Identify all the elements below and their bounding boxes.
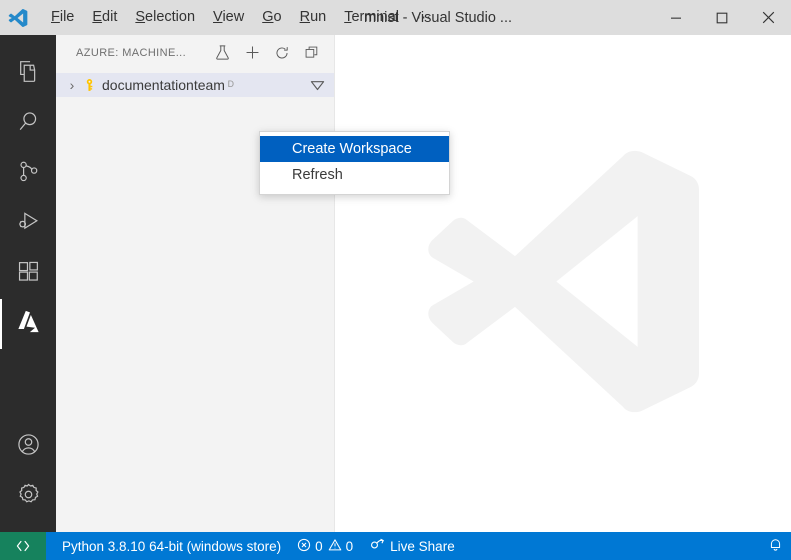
filter-triangle-icon[interactable] <box>306 74 328 96</box>
context-menu-item-refresh[interactable]: Refresh <box>260 162 449 188</box>
status-problems[interactable]: 0 0 <box>289 532 361 560</box>
sidebar-item-search[interactable] <box>0 99 56 149</box>
account-icon <box>16 432 41 462</box>
sidebar-item-source-control[interactable] <box>0 149 56 199</box>
live-share-icon <box>369 537 385 556</box>
window-controls <box>653 0 791 35</box>
search-icon <box>16 109 41 139</box>
context-menu: Create Workspace Refresh <box>259 131 450 195</box>
warning-count-group: 0 <box>328 538 354 555</box>
menu-terminal[interactable]: Terminal <box>335 0 408 35</box>
accounts-button[interactable] <box>0 422 56 472</box>
context-menu-item-create-workspace[interactable]: Create Workspace <box>260 136 449 162</box>
sidebar-item-extensions[interactable] <box>0 249 56 299</box>
sidebar-item-run-debug[interactable] <box>0 199 56 249</box>
status-bar-right <box>760 532 791 560</box>
activity-bar-spacer <box>0 35 56 49</box>
manage-settings-button[interactable] <box>0 472 56 522</box>
activity-bar-bottom <box>0 422 56 532</box>
sidebar-item-explorer[interactable] <box>0 49 56 99</box>
bell-icon <box>768 537 783 555</box>
chevron-right-icon[interactable]: › <box>64 77 80 93</box>
status-live-share[interactable]: Live Share <box>361 532 463 560</box>
gear-icon <box>16 482 41 512</box>
warning-count: 0 <box>345 538 354 554</box>
plus-icon[interactable] <box>238 39 266 67</box>
tree-item-label: documentationteam <box>102 77 225 93</box>
error-count: 0 <box>315 538 323 554</box>
maximize-icon[interactable] <box>699 0 745 35</box>
beaker-icon[interactable] <box>208 39 236 67</box>
source-control-icon <box>16 159 41 189</box>
sidebar-actions <box>208 39 326 67</box>
tree-item-sublabel: ᴰ <box>227 77 234 93</box>
workbench-body: AZURE: MACHINE... › documentationteam ᴰ … <box>0 35 791 532</box>
menu-selection[interactable]: Selection <box>126 0 204 35</box>
key-icon <box>80 78 98 93</box>
extensions-icon <box>16 259 41 289</box>
menu-go[interactable]: Go <box>253 0 290 35</box>
editor-area <box>335 35 791 532</box>
menu-run[interactable]: Run <box>291 0 336 35</box>
split-editor-icon[interactable] <box>298 39 326 67</box>
vscode-window: File Edit Selection View Go Run Terminal… <box>0 0 791 560</box>
live-share-label: Live Share <box>390 538 455 554</box>
sidebar-header: AZURE: MACHINE... <box>56 35 334 70</box>
status-bar: Python 3.8.10 64-bit (windows store) 0 0… <box>0 532 791 560</box>
sidebar-title: AZURE: MACHINE... <box>76 46 187 59</box>
error-count-group: 0 <box>297 538 323 555</box>
vscode-logo-icon <box>0 0 35 35</box>
warning-triangle-icon <box>328 538 342 555</box>
menu-edit[interactable]: Edit <box>83 0 126 35</box>
remote-indicator-icon[interactable] <box>0 532 46 560</box>
files-icon <box>16 59 41 89</box>
status-python-version[interactable]: Python 3.8.10 64-bit (windows store) <box>54 532 289 560</box>
sidebar-panel: AZURE: MACHINE... › documentationteam ᴰ <box>56 35 335 532</box>
status-notifications[interactable] <box>760 532 791 560</box>
close-icon[interactable] <box>745 0 791 35</box>
run-debug-icon <box>16 209 41 239</box>
azure-ml-tree: › documentationteam ᴰ <box>56 70 334 97</box>
title-bar: File Edit Selection View Go Run Terminal… <box>0 0 791 35</box>
menu-overflow-button[interactable]: ⋯ <box>408 0 441 35</box>
sidebar-item-azure[interactable] <box>0 299 56 349</box>
vscode-watermark-logo <box>403 116 723 451</box>
azure-icon <box>15 308 42 340</box>
activity-bar <box>0 35 56 532</box>
refresh-icon[interactable] <box>268 39 296 67</box>
tree-row[interactable]: › documentationteam ᴰ <box>56 73 334 97</box>
menu-bar: File Edit Selection View Go Run Terminal… <box>42 0 441 35</box>
error-circle-icon <box>297 538 311 555</box>
menu-file[interactable]: File <box>42 0 83 35</box>
minimize-icon[interactable] <box>653 0 699 35</box>
menu-view[interactable]: View <box>204 0 253 35</box>
python-version-label: Python 3.8.10 64-bit (windows store) <box>62 538 282 554</box>
